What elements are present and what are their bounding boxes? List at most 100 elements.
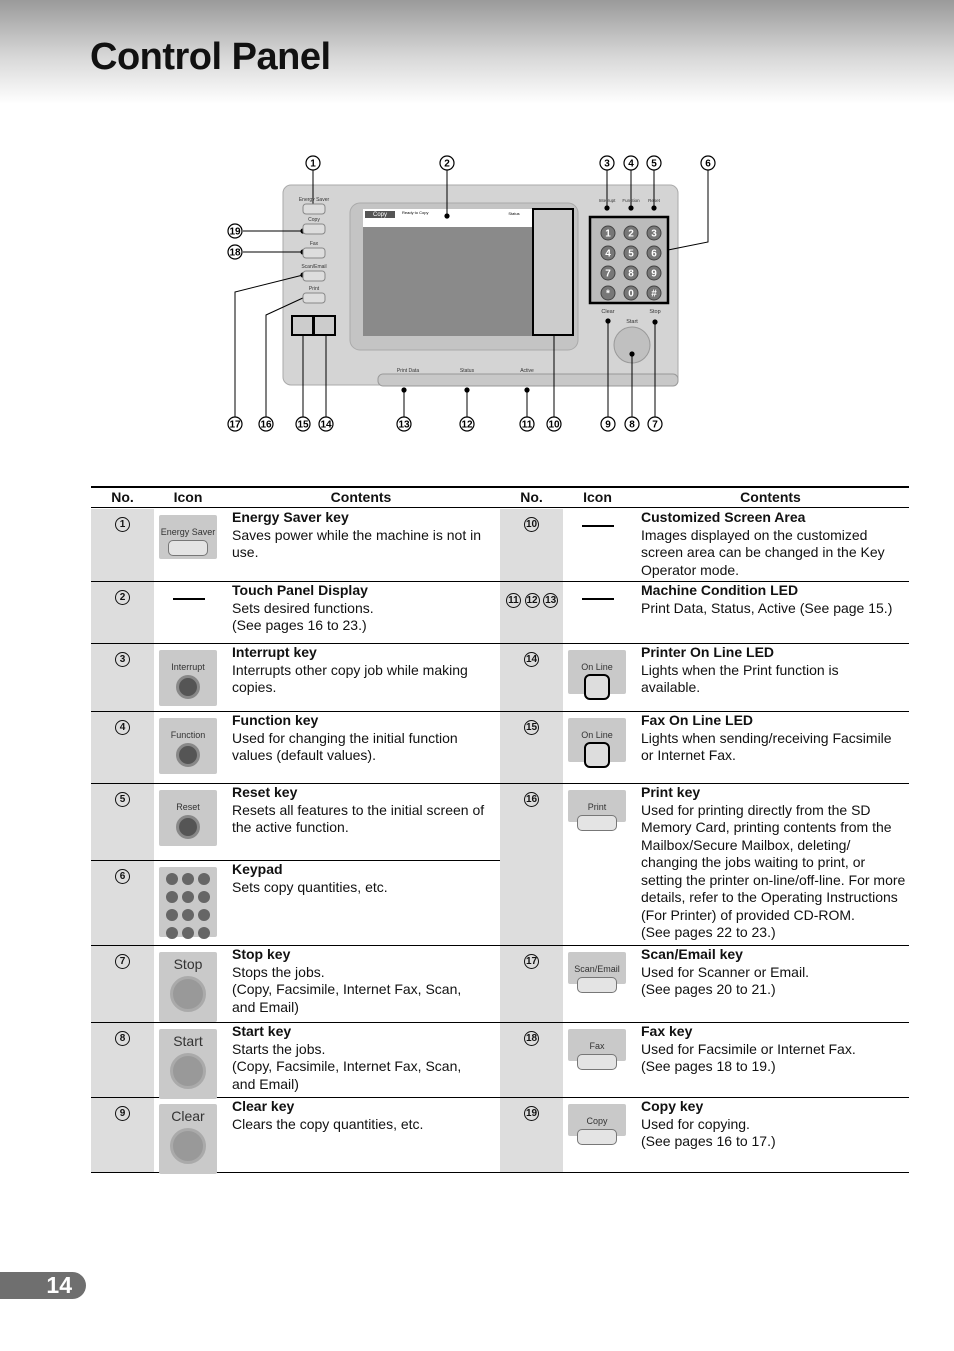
- table-row: 17 Scan/Email Scan/Email key Used for Scann…: [500, 946, 909, 1023]
- callout-number: 12: [459, 416, 475, 432]
- svg-text:3: 3: [604, 159, 610, 170]
- callout-number: 3: [599, 155, 615, 171]
- callout-number: 5: [646, 155, 662, 171]
- item-title: Fax On Line LED: [641, 712, 754, 728]
- round-key-icon: Reset: [159, 790, 217, 846]
- item-title: Printer On Line LED: [641, 644, 775, 660]
- svg-text:5: 5: [628, 249, 634, 260]
- svg-text:#: #: [651, 289, 657, 300]
- item-title: Interrupt key: [232, 644, 317, 660]
- round-key-icon: Function: [159, 718, 217, 774]
- callout-number: 13: [396, 416, 412, 432]
- panel-key[interactable]: [302, 247, 326, 259]
- item-description-line: Memory Card, printing contents from the: [641, 819, 892, 835]
- callout-number: 2: [439, 155, 455, 171]
- contents-cell: Reset key Resets all features to the init…: [232, 784, 484, 837]
- panel-key[interactable]: [302, 292, 326, 304]
- dash-icon: [582, 598, 614, 600]
- panel-key[interactable]: [302, 270, 326, 282]
- contents-cell: Machine Condition LED Print Data, Status,…: [641, 582, 892, 617]
- icon-label: Reset: [176, 802, 200, 812]
- item-number: 8: [115, 1031, 130, 1046]
- svg-text:10: 10: [548, 420, 560, 431]
- contents-cell: Customized Screen Area Images displayed o…: [641, 509, 885, 579]
- item-description-line: (See pages 16 to 17.): [641, 1133, 776, 1149]
- item-description-line: (See pages 18 to 19.): [641, 1058, 776, 1074]
- large-key-icon: Clear: [159, 1104, 217, 1174]
- key-label: Copy: [308, 217, 320, 223]
- item-description-line: Interrupts other copy job while making: [232, 661, 468, 678]
- item-title: Energy Saver key: [232, 509, 349, 525]
- header-contents-2: Contents: [740, 489, 801, 505]
- callout-number: 15: [295, 416, 311, 432]
- callout-dot: [652, 319, 658, 325]
- key-label: Interrupt: [599, 198, 617, 203]
- svg-text:13: 13: [398, 420, 410, 431]
- contents-cell: Scan/Email key Used for Scanner or Email.…: [641, 946, 809, 999]
- item-number: 4: [115, 720, 130, 735]
- table-row: 9 Clear Clear key Clears the copy quantitie…: [91, 1098, 500, 1174]
- table-row: 2 Touch Panel Display Sets desired functio…: [91, 582, 500, 644]
- item-title: Keypad: [232, 861, 283, 877]
- svg-text:6: 6: [651, 249, 657, 260]
- table-row: 10 Customized Screen Area Images displayed…: [500, 509, 909, 582]
- item-title: Start key: [232, 1023, 292, 1039]
- item-description-line: use.: [232, 544, 259, 560]
- large-key-icon: Start: [159, 1029, 217, 1099]
- table-row: 3 Interrupt Interrupt key Interrupts other …: [91, 644, 500, 712]
- panel-key[interactable]: [302, 203, 326, 215]
- table-row: 6 Keypad Sets copy quantities, etc.: [91, 861, 500, 946]
- item-number: 13: [543, 593, 559, 608]
- item-description-line: Lights when the Print function is: [641, 661, 839, 678]
- table-row: 1 Energy Saver Energy Saver key Saves power…: [91, 509, 500, 582]
- svg-text:3: 3: [651, 229, 657, 240]
- item-description-line: and Email): [232, 998, 299, 1015]
- item-description-line: (Copy, Facsimile, Internet Fax, Scan,: [232, 981, 462, 997]
- contents-cell: Printer On Line LED Lights when the Print…: [641, 644, 839, 697]
- item-description-line: setting the printer on-line/off-line. Fo…: [641, 871, 906, 888]
- svg-text:*: *: [606, 289, 610, 300]
- svg-text:14: 14: [320, 420, 332, 431]
- led-label: Status: [460, 368, 475, 374]
- item-description-line: Sets copy quantities, etc.: [232, 878, 388, 895]
- contents-cell: Fax On Line LED Lights when sending/recei…: [641, 712, 892, 765]
- svg-text:19: 19: [229, 227, 241, 238]
- svg-text:12: 12: [461, 420, 473, 431]
- item-description-line: Lights when sending/receiving Facsimile: [641, 729, 892, 746]
- item-description-line: the active function.: [232, 819, 349, 835]
- item-number: 1: [115, 517, 130, 532]
- item-description-line: (Copy, Facsimile, Internet Fax, Scan,: [232, 1058, 462, 1074]
- item-title: Stop key: [232, 946, 291, 962]
- icon-label: Start: [173, 1033, 203, 1049]
- contents-cell: Function key Used for changing the initia…: [232, 712, 458, 765]
- contents-cell: Start key Starts the jobs. (Copy, Facsimil…: [232, 1023, 461, 1093]
- callout-number: 17: [227, 416, 243, 432]
- svg-text:1: 1: [310, 159, 316, 170]
- table-row: 8 Start Start key Starts the jobs. (Copy, Fa…: [91, 1023, 500, 1099]
- svg-text:6: 6: [705, 159, 711, 170]
- callout-dot: [464, 387, 470, 393]
- item-description-line: Used for printing directly from the SD: [641, 801, 871, 818]
- callout-number: 16: [258, 416, 274, 432]
- callout-number: 11: [519, 416, 535, 432]
- item-description-line: (See pages 22 to 23.): [641, 924, 776, 940]
- svg-text:1: 1: [605, 229, 611, 240]
- item-number: 11: [505, 593, 521, 608]
- panel-key-icon: Scan/Email: [568, 952, 626, 993]
- item-number: 16: [524, 792, 539, 807]
- item-number: 15: [524, 720, 539, 735]
- table-row: 11 12 13 Machine Condition LED Print Data,…: [500, 582, 909, 644]
- callout-number: 19: [227, 223, 243, 239]
- table-header: No. Icon Contents No. Icon Contents: [91, 488, 909, 508]
- table-row: 14 On Line Printer On Line LED Lights when …: [500, 644, 909, 712]
- item-number: 6: [115, 869, 130, 884]
- contents-cell: Interrupt key Interrupts other copy job w…: [232, 644, 468, 697]
- svg-text:8: 8: [629, 420, 635, 431]
- svg-text:2: 2: [444, 159, 450, 170]
- item-description-line: Used for Scanner or Email.: [641, 963, 810, 980]
- item-number: 9: [115, 1106, 130, 1121]
- panel-key[interactable]: [302, 223, 326, 235]
- icon-label: Interrupt: [171, 662, 205, 672]
- contents-cell: Energy Saver key Saves power while the ma…: [232, 509, 481, 562]
- key-label: Print: [309, 286, 320, 292]
